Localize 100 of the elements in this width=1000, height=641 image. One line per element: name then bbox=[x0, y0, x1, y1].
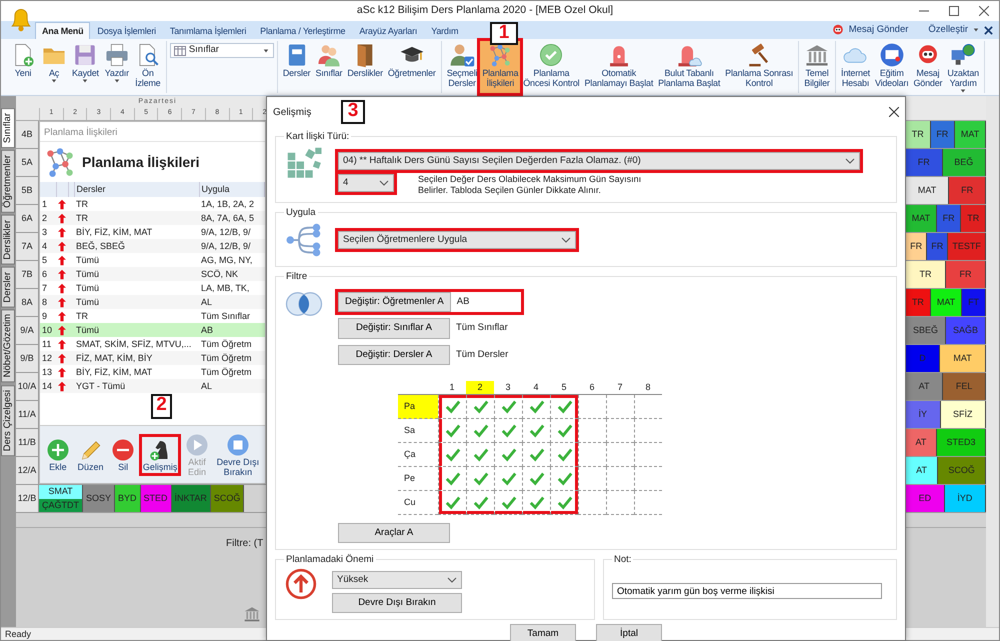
disable-button[interactable]: Devre Dışı Bırakın bbox=[332, 593, 462, 614]
grid-cell[interactable] bbox=[634, 466, 662, 491]
grid-cell[interactable] bbox=[494, 490, 522, 515]
table-row[interactable]: 4 BEĞ, SBEĞ 9/A, 12/B, 9/ bbox=[40, 239, 264, 253]
lesson-card[interactable]: SOSY bbox=[83, 485, 116, 512]
ribbon-button[interactable]: Bulut Tabanlı Planlama Başlat bbox=[656, 41, 722, 93]
lesson-card[interactable]: SMAT bbox=[39, 485, 83, 498]
table-row[interactable]: 6 Tümü SCÖ, NK bbox=[40, 267, 264, 281]
menu-tab[interactable]: Arayüz Ayarları bbox=[352, 22, 424, 39]
grid-cell[interactable] bbox=[522, 442, 550, 467]
period-header[interactable]: 8 bbox=[634, 380, 662, 395]
lesson-card[interactable]: AT bbox=[906, 373, 944, 400]
ribbon-button[interactable]: Otomatik Planlamayı Başlat bbox=[582, 41, 656, 93]
lesson-card[interactable]: İY bbox=[906, 401, 941, 428]
lesson-card[interactable]: STED bbox=[140, 485, 172, 512]
scrollbar[interactable] bbox=[986, 96, 999, 627]
day-header[interactable]: Pa bbox=[398, 394, 438, 419]
ribbon-button[interactable]: Öğretmenler bbox=[386, 41, 438, 93]
side-tab[interactable]: Sınıflar bbox=[1, 108, 15, 148]
grid-cell[interactable] bbox=[550, 490, 578, 515]
lesson-card[interactable]: TR bbox=[906, 121, 931, 148]
grid-cell[interactable] bbox=[634, 418, 662, 443]
close-icon[interactable] bbox=[889, 107, 899, 117]
grid-cell[interactable] bbox=[438, 442, 466, 467]
change-button[interactable]: Değiştir: Öğretmenler A bbox=[338, 292, 451, 312]
class-label[interactable]: 4B bbox=[16, 121, 39, 148]
table-row[interactable]: 3 BİY, FİZ, KİM, MAT 9/A, 12/B, 9/ bbox=[40, 225, 264, 239]
grid-cell[interactable] bbox=[606, 466, 634, 491]
caret-icon[interactable] bbox=[972, 27, 980, 33]
ribbon-button[interactable]: Derslikler bbox=[345, 41, 385, 93]
grid-cell[interactable] bbox=[550, 466, 578, 491]
grid-cell[interactable] bbox=[606, 394, 634, 419]
ribbon-button[interactable]: Uzaktan Yardım bbox=[945, 41, 981, 93]
column-header[interactable]: Dersler bbox=[74, 182, 199, 197]
toolbar-button[interactable]: Ekle bbox=[44, 436, 71, 472]
class-label[interactable]: 6A bbox=[16, 205, 39, 232]
grid-cell[interactable] bbox=[578, 442, 606, 467]
grid-cell[interactable] bbox=[438, 466, 466, 491]
table-row[interactable]: 7 Tümü LA, MB, TK, bbox=[40, 281, 264, 295]
grid-cell[interactable] bbox=[466, 394, 494, 419]
dropdown-select[interactable]: 04) ** Haftalık Ders Günü Sayısı Seçilen Değerden Fazla Olamaz. (#0) bbox=[338, 152, 860, 170]
ribbon-button[interactable]: Sınıflar bbox=[313, 41, 344, 93]
grid-cell[interactable] bbox=[550, 394, 578, 419]
lesson-card[interactable]: AT bbox=[906, 457, 938, 484]
ribbon-button[interactable]: Planlama İlişkileri bbox=[480, 41, 520, 93]
class-label[interactable]: 5A bbox=[16, 149, 39, 176]
dropdown-select[interactable]: 4 bbox=[338, 174, 394, 192]
grid-cell[interactable] bbox=[494, 466, 522, 491]
side-tab[interactable]: Nöbet/Gözetim bbox=[1, 309, 15, 383]
toolbar-button[interactable]: Sil bbox=[110, 436, 136, 472]
lesson-card[interactable]: MAT bbox=[906, 177, 950, 204]
dialog-button[interactable]: Tamam bbox=[510, 624, 576, 641]
lesson-card[interactable]: SCOĞ bbox=[938, 457, 986, 484]
lesson-card[interactable]: SBEĞ bbox=[906, 317, 946, 344]
grid-cell[interactable] bbox=[606, 418, 634, 443]
grid-cell[interactable] bbox=[606, 490, 634, 515]
side-tab[interactable]: Öğretmenler bbox=[1, 150, 15, 213]
class-label[interactable]: 11/A bbox=[16, 401, 39, 428]
tools-button[interactable]: Araçlar A bbox=[338, 522, 450, 543]
grid-cell[interactable] bbox=[466, 466, 494, 491]
table-row[interactable]: 11 SMAT, SKİM, SFİZ, MTVU,... Tüm Öğretm bbox=[40, 337, 264, 351]
lesson-card[interactable]: FR bbox=[946, 261, 986, 288]
menu-tab[interactable]: Dosya İşlemleri bbox=[90, 22, 163, 39]
class-label[interactable]: 7A bbox=[16, 233, 39, 260]
period-header[interactable]: 4 bbox=[522, 380, 550, 395]
note-field[interactable]: Otomatik yarım gün boş verme ilişkisi bbox=[612, 583, 882, 599]
lesson-card[interactable]: İYD bbox=[944, 485, 986, 512]
class-label[interactable]: 10/A bbox=[16, 373, 39, 400]
close-icon[interactable] bbox=[979, 6, 989, 16]
table-row[interactable]: 5 Tümü AG, MG, NY, bbox=[40, 253, 264, 267]
lesson-card[interactable]: MAT bbox=[906, 205, 937, 232]
ribbon-button[interactable]: Temel Bilgiler bbox=[802, 41, 832, 93]
period-header[interactable]: 3 bbox=[494, 380, 522, 395]
menu-tab[interactable]: Tanımlama İşlemleri bbox=[162, 22, 254, 39]
table-row[interactable]: 12 FİZ, MAT, KİM, BİY Tüm Öğretm bbox=[40, 351, 264, 365]
toolbar-button[interactable]: Devre Dışı Bırakın bbox=[216, 432, 260, 478]
grid-cell[interactable] bbox=[634, 394, 662, 419]
table-row[interactable]: 8 Tümü AL bbox=[40, 295, 264, 309]
grid-cell[interactable] bbox=[522, 418, 550, 443]
grid-cell[interactable] bbox=[578, 418, 606, 443]
grid-cell[interactable] bbox=[606, 442, 634, 467]
lesson-card[interactable]: SCOĞ bbox=[210, 485, 244, 512]
grid-cell[interactable] bbox=[494, 442, 522, 467]
lesson-card[interactable]: FR bbox=[949, 177, 986, 204]
toolbar-button[interactable]: Düzen bbox=[76, 436, 104, 472]
lesson-card[interactable]: BEĞ bbox=[942, 149, 986, 176]
customize-link[interactable]: Özelleştir bbox=[928, 22, 968, 38]
side-tab[interactable]: Ders Çizelgesi bbox=[1, 384, 15, 456]
ribbon-button[interactable]: Ön İzleme bbox=[132, 41, 163, 93]
class-label[interactable]: 12/A bbox=[16, 457, 39, 484]
lesson-card[interactable]: TR bbox=[906, 289, 931, 316]
menu-tab[interactable]: Ana Menü bbox=[35, 22, 90, 39]
ribbon-button[interactable]: Dersler bbox=[280, 41, 312, 93]
lesson-card[interactable]: FR bbox=[906, 233, 928, 260]
ribbon-button[interactable]: Kaydet bbox=[70, 41, 101, 93]
change-button[interactable]: Değiştir: Sınıflar A bbox=[338, 318, 450, 338]
menu-tab[interactable]: Yardım bbox=[424, 22, 466, 39]
grid-cell[interactable] bbox=[494, 394, 522, 419]
close-icon[interactable] bbox=[984, 26, 993, 34]
lesson-card[interactable]: MAT bbox=[940, 345, 986, 372]
